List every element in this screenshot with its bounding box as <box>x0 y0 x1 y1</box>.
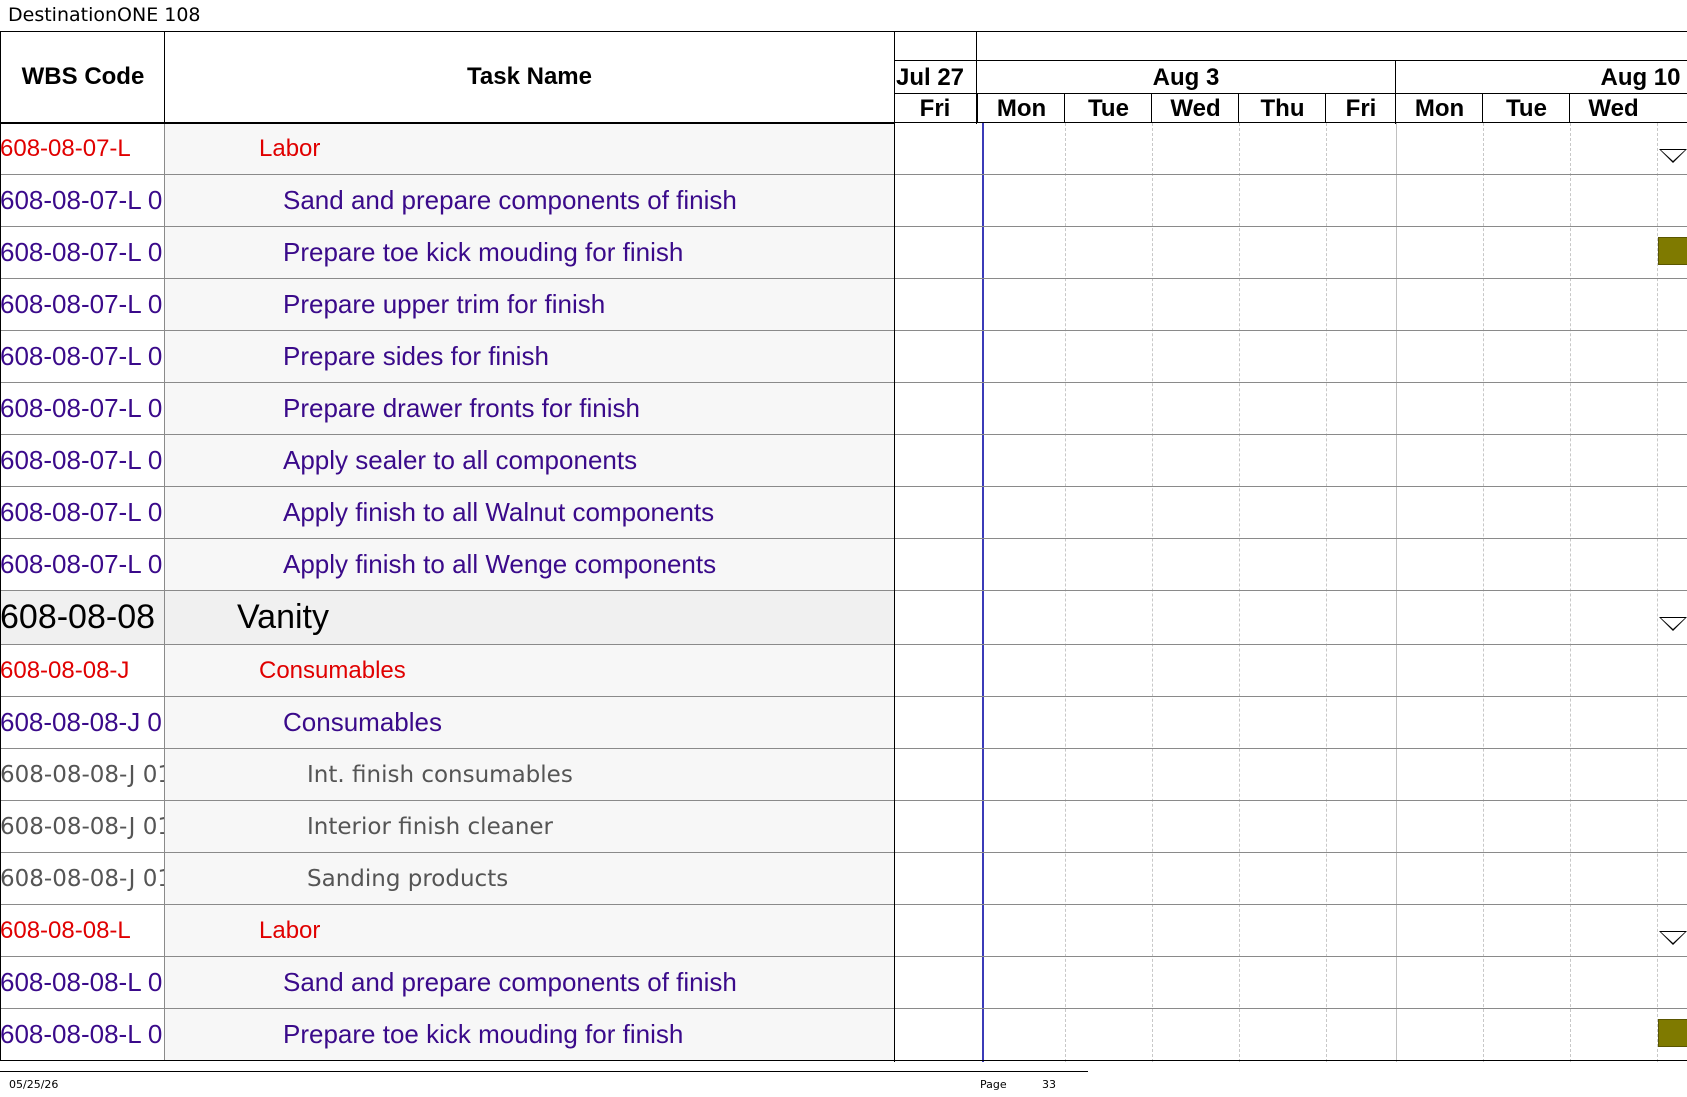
table-row[interactable]: 608-08-08-J 01 Int. finish consumables <box>0 749 1687 801</box>
wbs-code-cell: 608-08-07-L 0 <box>0 279 165 330</box>
wbs-code-cell: 608-08-07-L 0 <box>0 227 165 278</box>
task-name-cell: Consumables <box>165 697 894 748</box>
day-label: Mon <box>1395 94 1483 123</box>
gantt-row <box>894 591 1687 644</box>
task-name-cell: Sand and prepare components of finish <box>165 957 894 1008</box>
day-label: Wed <box>1151 94 1239 123</box>
day-label: Mon <box>977 94 1065 123</box>
table-row[interactable]: 608-08-08-J Consumables <box>0 645 1687 697</box>
gantt-row <box>894 905 1687 956</box>
gantt-row <box>894 227 1687 278</box>
wbs-code-cell: 608-08-07-L 0 <box>0 175 165 226</box>
gantt-row <box>894 1009 1687 1060</box>
table-row[interactable]: 608-08-08-J 01 Interior finish cleaner <box>0 801 1687 853</box>
footer-page-number: 33 <box>1042 1078 1056 1091</box>
table-row[interactable]: 608-08-08-J 01 Sanding products <box>0 853 1687 905</box>
day-label: Fri <box>919 95 951 122</box>
wbs-code-cell: 608-08-07-L <box>0 123 165 174</box>
summary-triangle-icon[interactable] <box>1659 149 1687 163</box>
wbs-code-cell: 608-08-07-L 0 <box>0 539 165 590</box>
wbs-code-cell: 608-08-08-J <box>0 645 165 696</box>
task-bar[interactable] <box>1658 1019 1687 1047</box>
table-border <box>0 123 1 1061</box>
task-name-cell: Int. finish consumables <box>165 749 894 800</box>
timeline-header: Jul 27 Aug 3 Aug 10 Fri Mon Tue Wed Thu … <box>894 31 1687 124</box>
table-row[interactable]: 608-08-07-L 0 Apply finish to all Walnut… <box>0 487 1687 539</box>
wbs-code-cell: 608-08-07-L 0 <box>0 331 165 382</box>
table-row-group[interactable]: 608-08-08 Vanity <box>0 591 1687 645</box>
wbs-code-cell: 608-08-08-L <box>0 905 165 956</box>
task-name-cell: Sand and prepare components of finish <box>165 175 894 226</box>
task-name-cell: Consumables <box>165 645 894 696</box>
table-row[interactable]: 608-08-08-L Labor <box>0 905 1687 957</box>
task-name-cell: Prepare toe kick mouding for finish <box>165 227 894 278</box>
task-name-cell: Labor <box>165 123 894 174</box>
task-name-cell: Prepare toe kick mouding for finish <box>165 1009 894 1060</box>
task-bar[interactable] <box>1658 237 1687 265</box>
table-row[interactable]: 608-08-07-L 0 Apply finish to all Wenge … <box>0 539 1687 591</box>
task-name-cell: Prepare sides for finish <box>165 331 894 382</box>
wbs-code-cell: 608-08-08-J 01 <box>0 853 165 904</box>
table-row[interactable]: 608-08-07-L 0 Prepare drawer fronts for … <box>0 383 1687 435</box>
table-row[interactable]: 608-08-07-L 0 Apply sealer to all compon… <box>0 435 1687 487</box>
column-header-task-name[interactable]: Task Name <box>164 31 895 123</box>
footer-rule <box>0 1071 1088 1072</box>
task-name-cell: Labor <box>165 905 894 956</box>
gantt-row <box>894 123 1687 174</box>
task-name-cell: Prepare upper trim for finish <box>165 279 894 330</box>
wbs-code-cell: 608-08-08-J 01 <box>0 749 165 800</box>
table-row[interactable]: 608-08-08-L 0 Prepare toe kick mouding f… <box>0 1009 1687 1060</box>
table-row[interactable]: 608-08-07-L 0 Prepare sides for finish <box>0 331 1687 383</box>
table-row[interactable]: 608-08-07-L 0 Prepare toe kick mouding f… <box>0 227 1687 279</box>
day-label: Fri <box>1325 94 1396 123</box>
table-row[interactable]: 608-08-07-L Labor <box>0 123 1687 175</box>
day-label: Wed <box>1569 94 1657 123</box>
table-row[interactable]: 608-08-08-J 0 Consumables <box>0 697 1687 749</box>
wbs-code-cell: 608-08-08-J 01 <box>0 801 165 852</box>
wbs-code-cell: 608-08-08-L 0 <box>0 957 165 1008</box>
month-label: Aug 10 <box>1600 64 1681 91</box>
table-border <box>0 1060 1687 1061</box>
day-label: Thu <box>1238 94 1326 123</box>
column-header-wbs-code[interactable]: WBS Code <box>0 31 165 123</box>
task-name-cell: Apply sealer to all components <box>165 435 894 486</box>
wbs-code-cell: 608-08-08 <box>0 591 165 644</box>
day-label: Tue <box>1482 94 1570 123</box>
summary-triangle-icon[interactable] <box>1659 931 1687 945</box>
wbs-code-cell: 608-08-08-J 0 <box>0 697 165 748</box>
task-name-cell: Prepare drawer fronts for finish <box>165 383 894 434</box>
table-row[interactable]: 608-08-07-L 0 Sand and prepare component… <box>0 175 1687 227</box>
task-name-cell: Interior finish cleaner <box>165 801 894 852</box>
task-name-cell: Sanding products <box>165 853 894 904</box>
month-label: Aug 3 <box>1152 64 1220 91</box>
table-row[interactable]: 608-08-08-L 0 Sand and prepare component… <box>0 957 1687 1009</box>
summary-triangle-icon[interactable] <box>1659 617 1687 631</box>
task-name-cell: Vanity <box>165 591 894 644</box>
wbs-code-cell: 608-08-07-L 0 <box>0 487 165 538</box>
timeline-divider <box>976 32 977 61</box>
footer-page-label: Page <box>980 1078 1007 1091</box>
table-border <box>0 123 895 124</box>
table-border <box>894 123 895 1061</box>
task-name-cell: Apply finish to all Walnut components <box>165 487 894 538</box>
month-label: Jul 27 <box>895 64 965 91</box>
day-label: Tue <box>1064 94 1152 123</box>
document-title: DestinationONE 108 <box>8 4 201 26</box>
task-name-cell: Apply finish to all Wenge components <box>165 539 894 590</box>
wbs-code-cell: 608-08-07-L 0 <box>0 383 165 434</box>
table-row[interactable]: 608-08-07-L 0 Prepare upper trim for fin… <box>0 279 1687 331</box>
footer-date: 05/25/26 <box>9 1078 59 1091</box>
wbs-code-cell: 608-08-07-L 0 <box>0 435 165 486</box>
wbs-code-cell: 608-08-08-L 0 <box>0 1009 165 1060</box>
